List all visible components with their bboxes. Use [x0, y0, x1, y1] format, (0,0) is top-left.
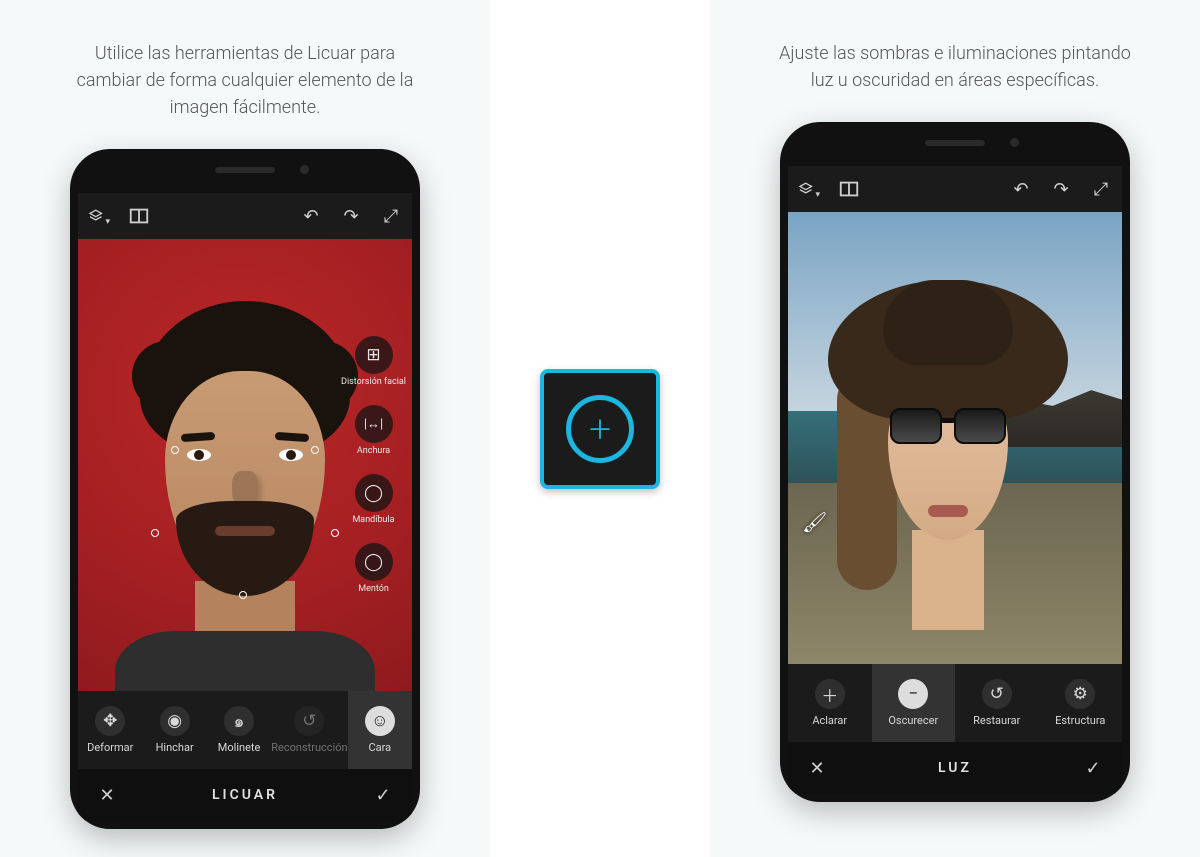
tool-twirl[interactable]: ๑ Molinete	[207, 691, 271, 769]
caption-left: Utilice las herramientas de Licuar para …	[65, 40, 425, 121]
bloat-icon: ◉	[160, 706, 190, 736]
face-marker[interactable]	[151, 529, 159, 537]
chevron-down-icon: ▾	[815, 190, 820, 200]
side-tool-label: Mentón	[358, 584, 389, 594]
confirm-button[interactable]: ✓	[372, 785, 394, 806]
tool-label: Reconstrucción	[271, 741, 347, 754]
compare-icon[interactable]	[838, 178, 860, 200]
app-topbar: ▾ ↶ ↷ ⤢	[78, 193, 412, 239]
fullscreen-icon[interactable]: ⤢	[380, 206, 402, 227]
face-marker[interactable]	[171, 446, 179, 454]
editor-canvas[interactable]: 🖌	[788, 212, 1122, 664]
tool-row: ✥ Deformar ◉ Hinchar ๑ Molinete ↺ Recons…	[78, 691, 412, 769]
restore-icon: ↺	[982, 679, 1012, 709]
caption-right: Ajuste las sombras e iluminaciones pinta…	[775, 40, 1135, 94]
side-tool-width[interactable]: |↔| Anchura	[355, 405, 393, 456]
landscape-photo	[788, 212, 1122, 664]
redo-icon[interactable]: ↷	[1050, 179, 1072, 200]
tool-label: Estructura	[1055, 714, 1105, 727]
layers-icon[interactable]: ▾	[88, 205, 110, 227]
confirm-bar: ✕ LUZ ✓	[788, 742, 1122, 794]
tool-label: Oscurecer	[888, 714, 938, 727]
face-icon: ☺	[365, 706, 395, 736]
jaw-icon: ◯	[355, 474, 393, 512]
tool-bloat[interactable]: ◉ Hinchar	[142, 691, 206, 769]
close-button[interactable]: ✕	[806, 758, 828, 779]
face-tool-column: ⊞ Distorsión facial |↔| Anchura ◯ Mandíb…	[341, 336, 406, 594]
tool-row: ＋ Aclarar − Oscurecer ↺ Restaurar ⚙ Estr…	[788, 664, 1122, 742]
tool-label: Hinchar	[156, 741, 194, 754]
side-tool-chin[interactable]: ◯ Mentón	[355, 543, 393, 594]
center-column: ＋	[490, 0, 710, 857]
fullscreen-icon[interactable]: ⤢	[1090, 179, 1112, 200]
tool-lighten[interactable]: ＋ Aclarar	[788, 664, 872, 742]
side-tool-label: Anchura	[357, 446, 390, 456]
tool-label: Restaurar	[973, 714, 1020, 727]
structure-icon: ⚙	[1065, 679, 1095, 709]
face-marker[interactable]	[239, 591, 247, 599]
tool-face[interactable]: ☺ Cara	[348, 691, 412, 769]
grid-warp-icon: ⊞	[355, 336, 393, 374]
confirm-button[interactable]: ✓	[1082, 758, 1104, 779]
tool-label: Molinete	[218, 741, 261, 754]
chin-icon: ◯	[355, 543, 393, 581]
tool-restore[interactable]: ↺ Restaurar	[955, 664, 1039, 742]
mode-title: LUZ	[938, 760, 972, 776]
width-icon: |↔|	[355, 405, 393, 443]
tool-warp[interactable]: ✥ Deformar	[78, 691, 142, 769]
reconstruct-icon: ↺	[294, 706, 324, 736]
tool-label: Aclarar	[812, 714, 847, 727]
tool-label: Deformar	[87, 741, 133, 754]
side-tool-jaw[interactable]: ◯ Mandíbula	[352, 474, 394, 525]
confirm-bar: ✕ LICUAR ✓	[78, 769, 412, 821]
face-marker[interactable]	[331, 529, 339, 537]
tool-label: Cara	[368, 741, 391, 754]
twirl-icon: ๑	[224, 706, 254, 736]
compare-icon[interactable]	[128, 205, 150, 227]
layers-icon[interactable]: ▾	[798, 178, 820, 200]
brush-icon: 🖌	[802, 510, 827, 534]
chevron-down-icon: ▾	[105, 217, 110, 227]
panel-liquify: Utilice las herramientas de Licuar para …	[0, 0, 490, 857]
app-icon: ＋	[540, 369, 660, 489]
app-topbar: ▾ ↶ ↷ ⤢	[788, 166, 1122, 212]
warp-icon: ✥	[95, 706, 125, 736]
face-marker[interactable]	[311, 446, 319, 454]
side-tool-label: Distorsión facial	[341, 377, 406, 387]
redo-icon[interactable]: ↷	[340, 206, 362, 227]
tool-structure[interactable]: ⚙ Estructura	[1039, 664, 1123, 742]
undo-icon[interactable]: ↶	[1010, 179, 1032, 200]
tool-reconstruct: ↺ Reconstrucción	[271, 691, 347, 769]
phone-mock-right: ▾ ↶ ↷ ⤢	[780, 122, 1130, 802]
panel-light: Ajuste las sombras e iluminaciones pinta…	[710, 0, 1200, 857]
close-button[interactable]: ✕	[96, 785, 118, 806]
undo-icon[interactable]: ↶	[300, 206, 322, 227]
tool-darken[interactable]: − Oscurecer	[872, 664, 956, 742]
editor-canvas[interactable]: ⊞ Distorsión facial |↔| Anchura ◯ Mandíb…	[78, 239, 412, 691]
heal-plus-icon: ＋	[566, 395, 634, 463]
plus-circle-icon: ＋	[815, 679, 845, 709]
side-tool-distorsion[interactable]: ⊞ Distorsión facial	[341, 336, 406, 387]
mode-title: LICUAR	[212, 787, 278, 803]
side-tool-label: Mandíbula	[352, 515, 394, 525]
phone-mock-left: ▾ ↶ ↷ ⤢	[70, 149, 420, 829]
minus-circle-icon: −	[898, 679, 928, 709]
